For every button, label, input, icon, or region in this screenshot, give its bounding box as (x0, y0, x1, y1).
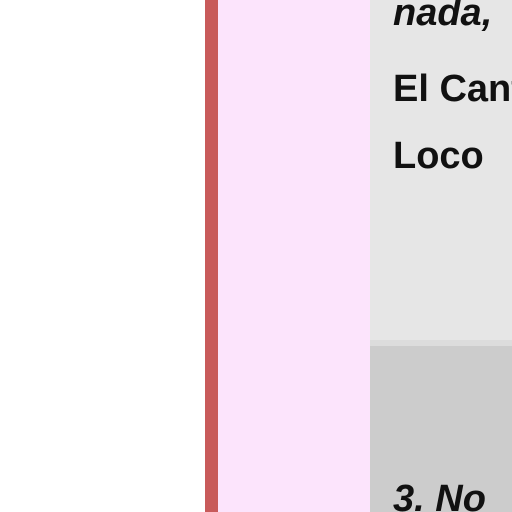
text-line-bottom: 3. No (393, 478, 486, 512)
blank-margin (0, 0, 205, 512)
text-line-top: nada, (393, 0, 493, 34)
text-title-line-2: Loco (393, 135, 484, 177)
content-panel-top: nada, El Cant Loco (370, 0, 512, 340)
content-panel-bottom: 3. No (370, 346, 512, 512)
pink-side-panel (218, 0, 370, 512)
text-title-line-1: El Cant (393, 68, 512, 110)
accent-bar (205, 0, 218, 512)
document-page: nada, El Cant Loco 3. No (0, 0, 512, 512)
